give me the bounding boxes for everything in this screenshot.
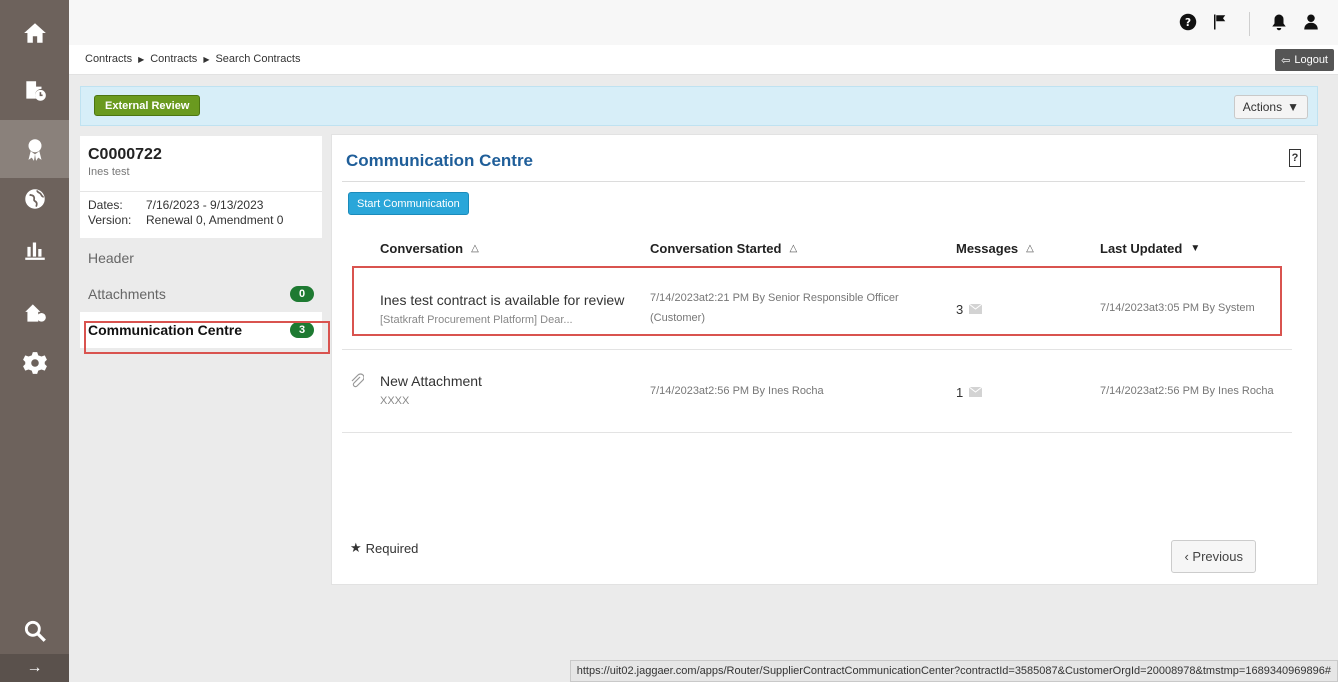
version-value: Renewal 0, Amendment 0: [146, 213, 284, 227]
column-header-messages[interactable]: Messages △: [956, 241, 1034, 256]
contract-id: C0000722: [88, 146, 162, 163]
column-label: Last Updated: [1100, 241, 1183, 256]
logout-icon: ⇦: [1281, 54, 1291, 67]
help-box-icon[interactable]: ?: [1289, 149, 1301, 167]
start-communication-button[interactable]: Start Communication: [348, 192, 469, 215]
conversation-subject[interactable]: Ines test contract is available for revi…: [380, 292, 624, 308]
started-line: 7/14/2023at2:21 PM By Senior Responsible…: [650, 292, 899, 304]
dates-value: 7/16/2023 - 9/13/2023: [146, 198, 264, 212]
paperclip-icon: [350, 373, 365, 389]
home-icon[interactable]: [0, 4, 69, 62]
actions-dropdown[interactable]: Actions ▼: [1233, 95, 1308, 119]
message-count: 3: [956, 302, 964, 317]
status-badge: External Review: [94, 95, 201, 116]
svg-text:?: ?: [1185, 16, 1191, 28]
required-label: Required: [365, 540, 419, 556]
top-bar: ?: [69, 0, 1338, 45]
gear-icon[interactable]: [0, 334, 69, 392]
required-legend: ★ Required: [350, 540, 418, 556]
messages-cell: 1: [956, 385, 983, 400]
sidebar-item-header[interactable]: Header: [80, 240, 322, 276]
left-navigation: →: [0, 0, 69, 682]
communication-centre-panel: Communication Centre ? Start Communicati…: [331, 134, 1318, 585]
user-icon[interactable]: [1302, 13, 1320, 36]
messages-cell: 3: [956, 302, 983, 317]
version-label: Version:: [88, 213, 132, 227]
table-row[interactable]: New Attachment XXXX 7/14/2023at2:56 PM B…: [342, 351, 1292, 433]
sort-up-icon: △: [471, 243, 479, 254]
envelope-icon: [968, 302, 983, 317]
actions-label: Actions: [1242, 100, 1283, 114]
conversation-cell: Ines test contract is available for revi…: [380, 292, 624, 326]
started-line: 7/14/2023at2:56 PM By Ines Rocha: [650, 385, 824, 397]
breadcrumb-item[interactable]: Contracts: [150, 53, 197, 65]
sidebar-item-label: Attachments: [88, 286, 166, 302]
contract-identity: C0000722 Ines test: [80, 136, 322, 192]
previous-button[interactable]: ‹ Previous: [1171, 540, 1256, 573]
sidebar-item-label: Communication Centre: [88, 322, 243, 338]
bar-chart-icon[interactable]: [0, 220, 69, 278]
status-bar-url: https://uit02.jaggaer.com/apps/Router/Su…: [569, 660, 1338, 682]
last-updated-cell: 7/14/2023at3:05 PM By System: [1100, 302, 1255, 314]
column-header-conversation-started[interactable]: Conversation Started △: [650, 241, 797, 256]
sort-up-icon: △: [789, 243, 798, 254]
started-cell: 7/14/2023at2:21 PM By Senior Responsible…: [650, 288, 899, 328]
expand-nav-arrow-icon[interactable]: →: [0, 654, 69, 682]
column-header-last-updated[interactable]: Last Updated ▼: [1100, 241, 1200, 256]
contract-clock-icon[interactable]: [0, 62, 69, 120]
column-header-conversation[interactable]: Conversation △: [380, 241, 479, 256]
column-label: Conversation: [380, 241, 464, 256]
breadcrumb-item[interactable]: Contracts: [85, 53, 132, 65]
divider: [342, 181, 1305, 182]
column-label: Messages: [956, 241, 1019, 256]
table-header: Conversation △ Conversation Started △ Mess…: [342, 235, 1317, 265]
conversation-subject[interactable]: New Attachment: [380, 373, 482, 389]
table-row[interactable]: Ines test contract is available for revi…: [342, 268, 1292, 350]
help-icon[interactable]: ?: [1179, 13, 1197, 36]
contract-sidebar: C0000722 Ines test Dates: 7/16/2023 - 9/1…: [80, 136, 322, 348]
contract-meta: Dates: 7/16/2023 - 9/13/2023 Version: Rene…: [80, 192, 322, 238]
count-badge: 3: [290, 322, 314, 338]
search-icon[interactable]: [0, 602, 69, 660]
started-line: (Customer): [650, 312, 706, 324]
logout-button[interactable]: ⇦ Logout: [1275, 49, 1334, 71]
divider: [1249, 12, 1250, 36]
breadcrumb-bar: Contracts ▶ Contracts ▶ Search Contracts…: [69, 45, 1338, 75]
conversation-snippet: XXXX: [380, 395, 410, 407]
conversation-snippet: [Statkraft Procurement Platform] Dear...: [380, 314, 573, 326]
breadcrumb-item[interactable]: Search Contracts: [215, 53, 300, 65]
breadcrumb-separator-icon: ▶: [203, 54, 210, 64]
dates-label: Dates:: [88, 198, 123, 212]
breadcrumb-separator-icon: ▶: [138, 54, 145, 64]
conversation-cell: New Attachment XXXX: [380, 373, 482, 407]
last-updated-cell: 7/14/2023at2:56 PM By Ines Rocha: [1100, 385, 1274, 397]
started-cell: 7/14/2023at2:56 PM By Ines Rocha: [650, 381, 824, 401]
message-count: 1: [956, 385, 964, 400]
contract-name: Ines test: [88, 166, 130, 178]
sort-down-icon: ▼: [1190, 243, 1201, 254]
breadcrumb: Contracts ▶ Contracts ▶ Search Contracts: [85, 53, 300, 65]
count-badge: 0: [290, 286, 314, 302]
bell-icon[interactable]: [1270, 13, 1288, 36]
page-title: Communication Centre: [346, 151, 534, 170]
logout-label: Logout: [1294, 54, 1328, 66]
caret-down-icon: ▼: [1287, 100, 1299, 114]
flag-icon[interactable]: [1211, 13, 1229, 36]
sort-up-icon: △: [1026, 243, 1034, 254]
envelope-icon: [968, 385, 983, 400]
star-icon: ★: [350, 540, 362, 555]
status-banner: External Review Actions ▼: [80, 86, 1318, 126]
sidebar-item-communication-centre[interactable]: Communication Centre 3: [80, 312, 322, 348]
column-label: Conversation Started: [650, 241, 782, 256]
sidebar-item-attachments[interactable]: Attachments 0: [80, 276, 322, 312]
sidebar-item-label: Header: [88, 250, 134, 266]
